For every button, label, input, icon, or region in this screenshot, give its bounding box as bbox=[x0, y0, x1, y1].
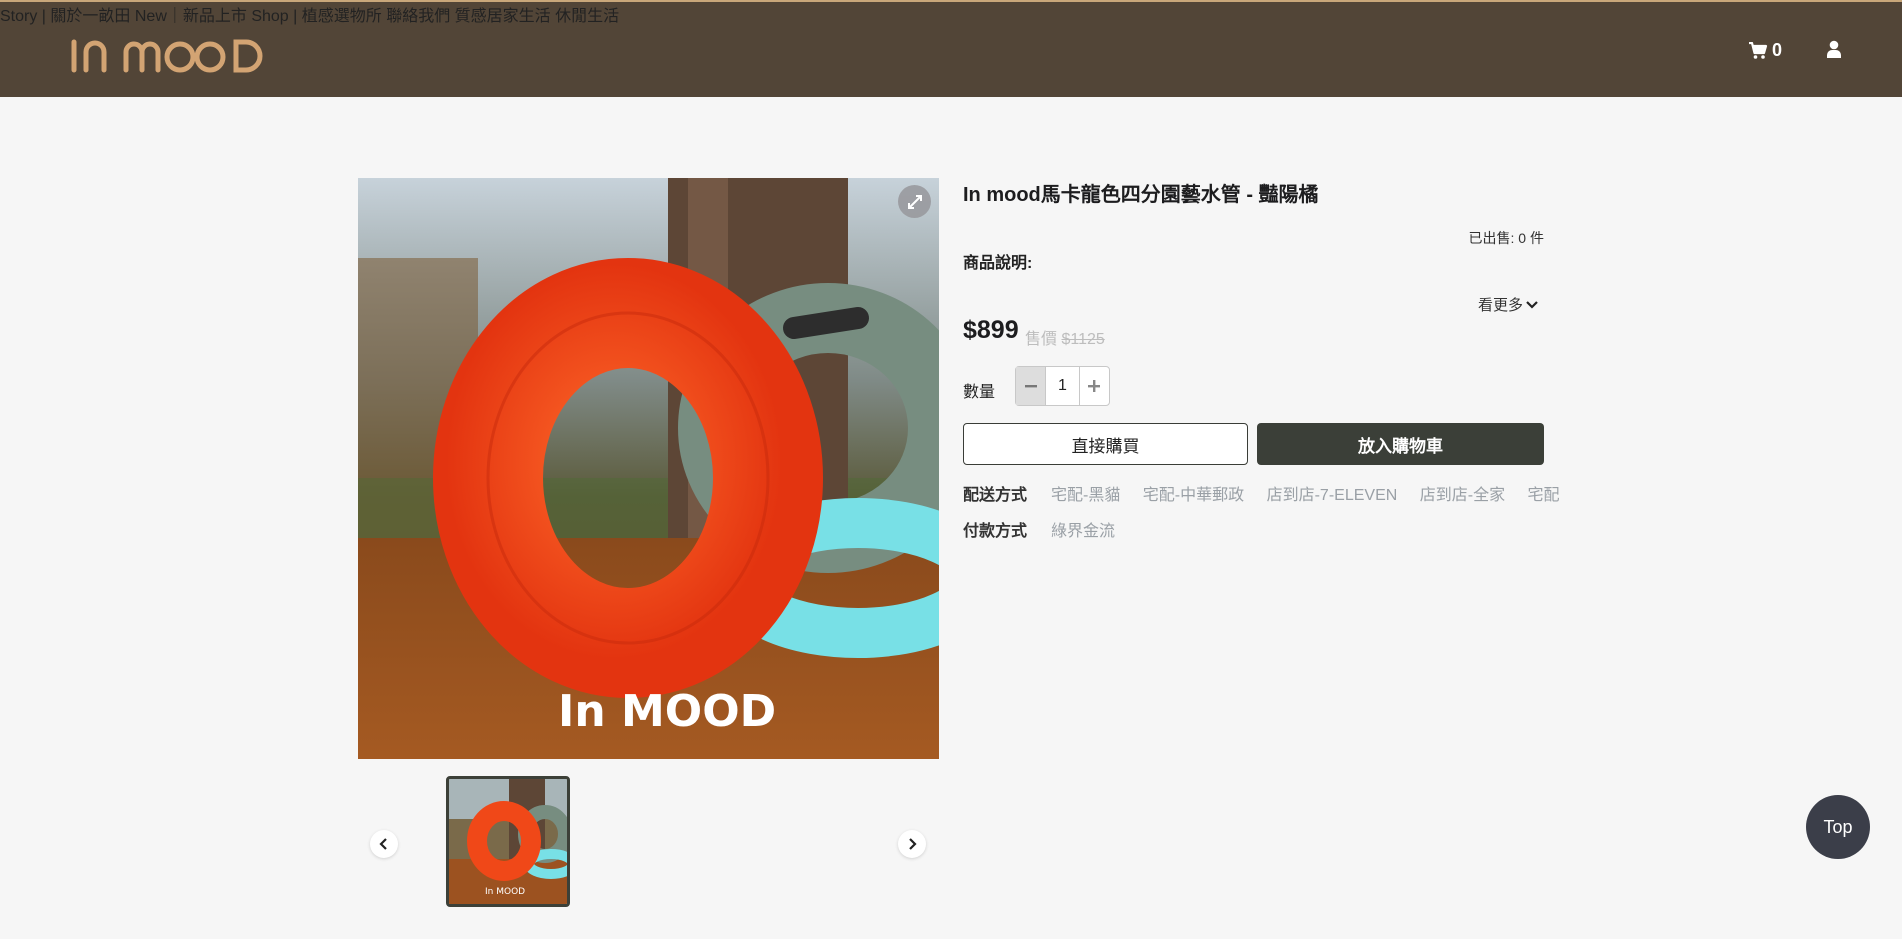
chevron-left-icon bbox=[379, 838, 387, 850]
payment-options: 綠界金流 bbox=[1051, 517, 1115, 541]
sale-price: $899 bbox=[963, 316, 1019, 344]
nav-new[interactable]: New｜新品上市 bbox=[135, 8, 247, 25]
back-to-top-button[interactable]: Top bbox=[1806, 795, 1870, 859]
plus-icon bbox=[1088, 380, 1101, 392]
sold-count: 已出售: 0 件 bbox=[1468, 230, 1544, 246]
gallery-next-button[interactable] bbox=[898, 830, 926, 858]
see-more-label: 看更多 bbox=[1478, 297, 1524, 314]
thumbnail-watermark: In MOOD bbox=[485, 887, 525, 897]
user-account-button[interactable] bbox=[1826, 40, 1842, 63]
expand-image-button[interactable] bbox=[898, 185, 931, 218]
cart-link[interactable]: 0 bbox=[1748, 40, 1782, 61]
original-price: 售價 $1125 bbox=[1025, 325, 1105, 349]
nav-home-living[interactable]: 質感居家生活 bbox=[455, 8, 551, 25]
shipping-option: 宅配-黑貓 bbox=[1051, 487, 1121, 504]
gallery-thumbnail[interactable]: In MOOD bbox=[446, 776, 570, 907]
original-price-label: 售價 bbox=[1025, 331, 1058, 348]
payment-option: 綠界金流 bbox=[1051, 523, 1116, 540]
top-navbar: Story | 關於一畝田 New｜新品上市 Shop | 植感選物所 聯絡我們… bbox=[0, 0, 1902, 97]
expand-icon bbox=[907, 194, 922, 209]
shipping-option: 店到店-全家 bbox=[1419, 487, 1506, 504]
product-title: In mood馬卡龍色四分園藝水管 - 豔陽橘 bbox=[963, 184, 1319, 206]
minus-icon bbox=[1024, 385, 1037, 388]
nav-story[interactable]: Story | 關於一畝田 bbox=[0, 8, 130, 25]
description-label: 商品說明: bbox=[963, 255, 1033, 272]
quantity-input[interactable]: 1 bbox=[1045, 367, 1080, 405]
shopping-cart-icon bbox=[1749, 41, 1768, 59]
user-icon bbox=[1827, 40, 1841, 58]
thumbnail-hose-photo: In MOOD bbox=[449, 779, 567, 904]
shipping-option: 店到店-7-ELEVEN bbox=[1266, 487, 1398, 504]
cart-count: 0 bbox=[1772, 40, 1783, 60]
shipping-label: 配送方式 bbox=[963, 487, 1028, 504]
nav-leisure[interactable]: 休閒生活 bbox=[555, 8, 619, 25]
see-more-toggle[interactable]: 看更多 bbox=[1478, 294, 1539, 315]
nav-shop[interactable]: Shop | 植感選物所 bbox=[251, 8, 381, 25]
product-main-image[interactable]: In MOOD bbox=[358, 178, 939, 759]
shipping-option: 宅配-中華郵政 bbox=[1142, 487, 1245, 504]
chevron-right-icon bbox=[909, 838, 917, 850]
in-mood-logo bbox=[71, 39, 263, 73]
payment-label: 付款方式 bbox=[963, 523, 1028, 540]
chevron-down-icon bbox=[1526, 300, 1538, 309]
garden-hose-photo: In MOOD bbox=[358, 178, 939, 759]
buy-now-button[interactable]: 直接購買 bbox=[963, 423, 1248, 465]
quantity-stepper: 1 bbox=[1015, 366, 1110, 406]
quantity-label: 數量 bbox=[963, 384, 996, 401]
quantity-increase-button[interactable] bbox=[1080, 367, 1109, 405]
gallery-prev-button[interactable] bbox=[370, 830, 398, 858]
nav-contact[interactable]: 聯絡我們 bbox=[386, 8, 450, 25]
add-to-cart-button[interactable]: 放入購物車 bbox=[1257, 423, 1544, 465]
image-watermark: In MOOD bbox=[558, 686, 776, 737]
brand-logo[interactable] bbox=[70, 36, 275, 83]
quantity-decrease-button[interactable] bbox=[1016, 367, 1046, 405]
shipping-option: 宅配 bbox=[1527, 487, 1560, 504]
original-price-value: $1125 bbox=[1061, 331, 1105, 348]
shipping-options: 宅配-黑貓 宅配-中華郵政 店到店-7-ELEVEN 店到店-全家 宅配 bbox=[1051, 481, 1578, 505]
